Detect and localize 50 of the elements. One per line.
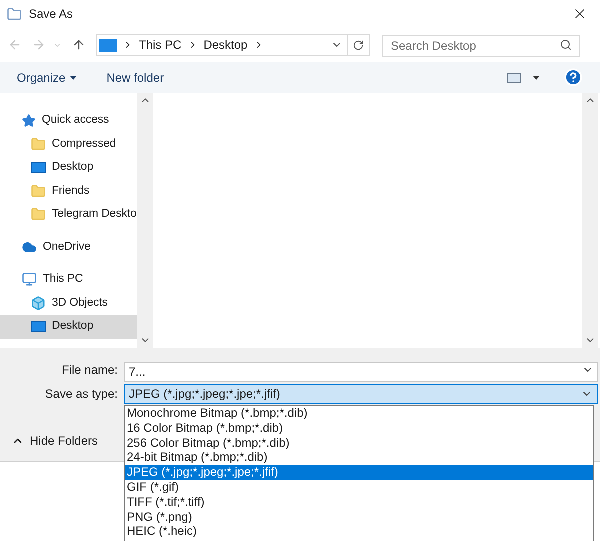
- caret-icon: [533, 76, 540, 80]
- save-as-type-dropdown[interactable]: JPEG (*.jpg;*.jpeg;*.jpe;*.jfif): [124, 384, 598, 404]
- breadcrumb[interactable]: Desktop: [204, 36, 248, 54]
- file-type-option[interactable]: PNG (*.png): [125, 510, 593, 524]
- cube-icon: [31, 296, 46, 311]
- search-icon: [560, 39, 572, 51]
- file-type-option[interactable]: Monochrome Bitmap (*.bmp;*.dib): [125, 406, 593, 421]
- scrollbar[interactable]: [582, 93, 598, 348]
- new-folder-button[interactable]: New folder: [106, 68, 164, 86]
- up-icon[interactable]: [72, 38, 86, 52]
- sidebar-item[interactable]: This PC: [0, 268, 137, 292]
- sidebar-item[interactable]: 3D Objects: [0, 292, 137, 315]
- desktop-icon: [99, 38, 117, 52]
- file-type-option[interactable]: 16 Color Bitmap (*.bmp;*.dib): [125, 420, 593, 436]
- organize-button[interactable]: Organize: [17, 68, 77, 86]
- sidebar-item[interactable]: Quick access: [0, 109, 137, 132]
- cloud-icon: [22, 240, 37, 255]
- caret-icon: [70, 76, 77, 80]
- file-type-option[interactable]: JPEG (*.jpg;*.jpeg;*.jpe;*.jfif): [125, 465, 593, 480]
- app-icon: [7, 6, 22, 22]
- sidebar-item[interactable]: OneDrive: [0, 236, 137, 259]
- folder-icon: [31, 184, 46, 199]
- sidebar-item[interactable]: Telegram Deskto: [0, 203, 137, 226]
- hide-folders-button[interactable]: Hide Folders: [12, 432, 98, 450]
- file-name-field[interactable]: 7...: [124, 362, 598, 382]
- view-icon[interactable]: [507, 72, 521, 82]
- file-type-option[interactable]: 256 Color Bitmap (*.bmp;*.dib): [125, 436, 593, 450]
- file-type-option[interactable]: GIF (*.gif): [125, 480, 593, 495]
- folder-icon: [31, 207, 46, 222]
- sidebar-item[interactable]: Friends: [0, 180, 137, 203]
- save-as-type-label: Save as type:: [44, 386, 118, 403]
- refresh-icon[interactable]: [353, 40, 364, 50]
- star-icon: [22, 114, 36, 128]
- window-title: Save As: [29, 6, 74, 23]
- file-type-option[interactable]: 24-bit Bitmap (*.bmp;*.dib): [125, 450, 593, 466]
- file-type-option[interactable]: TIFF (*.tif;*.tiff): [125, 494, 593, 510]
- search-field[interactable]: Search Desktop: [382, 35, 580, 57]
- file-type-option[interactable]: HEIC (*.heic): [125, 524, 593, 540]
- help-icon[interactable]: [564, 68, 583, 87]
- sidebar-item[interactable]: Desktop: [0, 156, 137, 180]
- folder-icon: [31, 136, 46, 152]
- desktop-icon: [31, 321, 46, 332]
- monitor-icon: [22, 272, 37, 288]
- breadcrumb[interactable]: This PC: [139, 36, 182, 54]
- file-name-label: File name:: [60, 362, 118, 379]
- desktop-icon: [31, 162, 46, 174]
- sidebar-item[interactable]: Desktop: [0, 315, 137, 338]
- sidebar-item[interactable]: Compressed: [0, 132, 137, 156]
- scrollbar[interactable]: [137, 93, 153, 348]
- address-bar[interactable]: This PC Desktop: [96, 34, 370, 56]
